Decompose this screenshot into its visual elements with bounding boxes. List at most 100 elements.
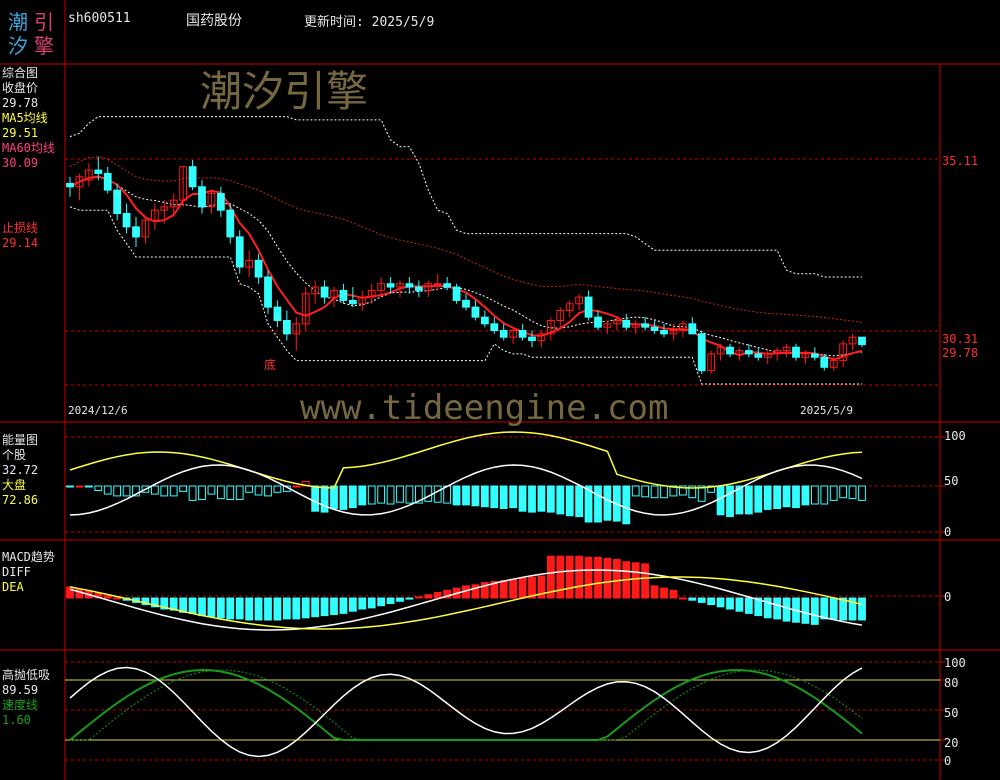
- macd-bar: [245, 597, 254, 621]
- candle: [594, 316, 602, 328]
- energy-bar: [537, 485, 546, 512]
- macd-bar: [707, 597, 716, 606]
- candle: [754, 353, 763, 358]
- macd-bar: [348, 597, 357, 612]
- macd-bar: [66, 586, 74, 599]
- candle: [744, 350, 753, 355]
- candle: [792, 346, 800, 358]
- candle: [273, 306, 282, 321]
- macd-bar: [367, 597, 376, 609]
- energy-bar: [75, 485, 84, 488]
- energy-bar: [292, 485, 301, 488]
- macd-bar: [424, 594, 433, 599]
- macd-bar: [565, 555, 574, 599]
- energy-bar: [452, 485, 461, 506]
- macd-bar: [801, 597, 810, 624]
- energy-bar: [320, 485, 329, 513]
- candle: [433, 283, 442, 286]
- energy-bar: [594, 485, 602, 523]
- dea-label: DEA: [2, 580, 24, 594]
- energy-bar: [518, 485, 527, 512]
- energy-bar: [744, 485, 753, 515]
- energy-bar: [330, 485, 338, 509]
- energy-bar: [660, 485, 668, 499]
- candle: [820, 356, 829, 368]
- candle: [471, 306, 480, 318]
- energy-bar: [216, 485, 225, 500]
- candle: [122, 213, 131, 228]
- macd-bar: [396, 597, 404, 602]
- energy-bar: [66, 485, 74, 488]
- candle: [264, 276, 272, 308]
- macd-bar: [471, 584, 480, 599]
- macd-bar: [282, 597, 291, 620]
- energy-bar: [726, 485, 734, 518]
- bottom-marker: 底: [264, 358, 277, 372]
- energy-bar: [122, 485, 131, 497]
- macd-bar: [641, 563, 650, 599]
- energy-bar: [848, 485, 857, 500]
- ma60-label: MA60均线: [2, 141, 55, 155]
- macd-bar: [254, 597, 263, 621]
- candle: [584, 296, 593, 318]
- candle: [810, 353, 819, 358]
- hilo-axis-label: 80: [944, 676, 959, 690]
- energy-bar: [782, 485, 791, 508]
- stop-label: 止损线: [2, 221, 39, 235]
- energy-axis-label: 50: [944, 474, 959, 488]
- energy-bar: [480, 485, 489, 508]
- hilo-title: 高抛低吸: [2, 668, 51, 682]
- macd-bar: [330, 597, 338, 615]
- candle: [499, 330, 508, 338]
- candle: [103, 172, 112, 191]
- macd-bar: [594, 556, 602, 599]
- macd-bar: [584, 556, 593, 599]
- macd-bar: [575, 555, 584, 599]
- hilo-axis-label: 0: [944, 754, 952, 768]
- energy-bar: [829, 485, 838, 501]
- candle: [94, 169, 103, 174]
- macd-bar: [810, 597, 819, 625]
- speed-label: 速度线: [2, 698, 39, 712]
- energy-axis-label: 0: [944, 525, 952, 539]
- energy-bar: [84, 485, 93, 488]
- candle: [480, 316, 489, 325]
- market-line: [69, 431, 863, 489]
- energy-bar: [565, 485, 574, 517]
- watermark-center: www.tideengine.com: [300, 388, 669, 428]
- energy-bar: [245, 485, 254, 493]
- stock-value: 32.72: [2, 463, 39, 477]
- energy-bar: [367, 485, 376, 505]
- macd-bar: [377, 597, 386, 607]
- main-axis-label: 29.78: [942, 346, 979, 360]
- energy-bar: [386, 485, 395, 505]
- candle: [132, 226, 140, 238]
- close-label: 收盘价: [2, 81, 39, 95]
- energy-bar: [575, 485, 584, 518]
- energy-bar: [622, 485, 631, 525]
- energy-bar: [377, 485, 386, 504]
- energy-bar: [348, 485, 357, 509]
- macd-bar: [113, 597, 122, 600]
- macd-bar: [414, 596, 423, 599]
- macd-bar: [264, 597, 272, 621]
- energy-bar: [546, 485, 555, 513]
- energy-bar: [509, 485, 518, 509]
- energy-bar: [264, 485, 272, 497]
- candle: [688, 323, 697, 335]
- energy-bar: [396, 485, 404, 503]
- macd-bar: [858, 597, 866, 621]
- energy-legend: 能量图 个股 32.72 大盘 72.86: [2, 433, 38, 508]
- hilo-chart: [69, 666, 863, 758]
- energy-bar: [839, 485, 848, 499]
- energy-bar: [94, 485, 103, 491]
- candle: [198, 186, 206, 208]
- candle: [528, 336, 536, 342]
- main-title: 综合图: [2, 66, 39, 80]
- macd-bar: [273, 597, 282, 621]
- candle: [858, 336, 866, 346]
- macd-bar: [556, 555, 565, 599]
- macd-bar: [179, 597, 188, 613]
- candle: [443, 283, 452, 288]
- candle: [235, 236, 244, 268]
